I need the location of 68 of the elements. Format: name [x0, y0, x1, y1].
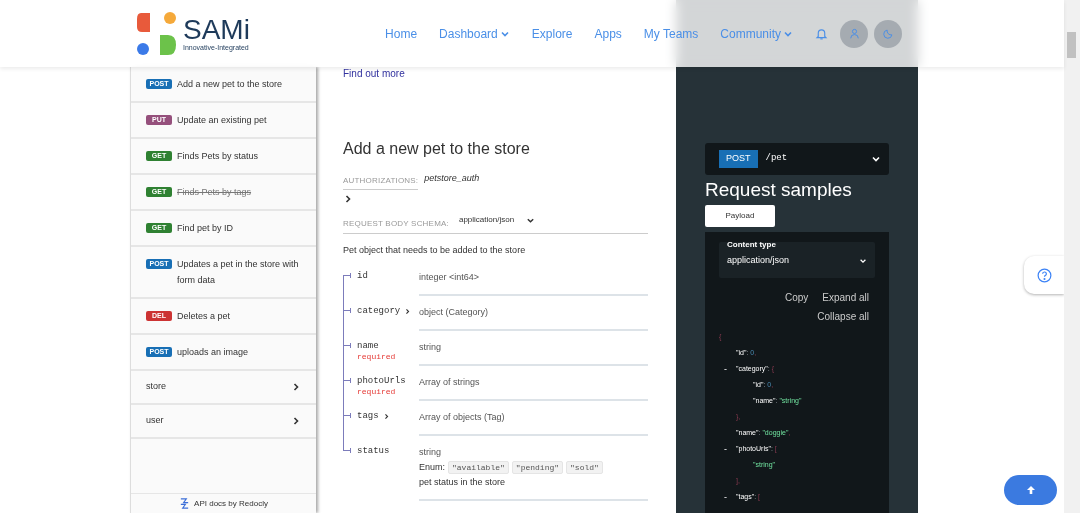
request-body-label: REQUEST BODY SCHEMA:: [343, 217, 449, 230]
chevron-right-icon: [343, 193, 353, 204]
operation-label: Deletes a pet: [177, 310, 231, 323]
field-type: string: [419, 341, 442, 354]
code-action-link[interactable]: Collapse all: [817, 308, 869, 324]
field-name: photoUrls: [357, 376, 406, 387]
operation-label: Add a new pet to the store: [177, 78, 283, 91]
brand-name: SAMi: [183, 15, 250, 44]
enum-value: "available": [448, 461, 509, 474]
find-out-more-link[interactable]: Find out more: [343, 68, 405, 79]
field-type: Array of objects (Tag): [419, 411, 506, 424]
enum-value: "pending": [511, 461, 564, 474]
samples-title: Request samples: [705, 178, 853, 202]
help-icon: [1036, 267, 1052, 283]
operation-label: Update an existing pet: [177, 114, 267, 127]
endpoint-path: /pet: [765, 152, 789, 166]
code-action-link[interactable]: Copy: [784, 289, 809, 305]
operation-label: uploads an image: [177, 346, 249, 359]
operation-title: Add a new pet to the store: [343, 139, 531, 159]
method-badge: POST: [719, 150, 758, 168]
enum-value: "sold": [566, 461, 603, 474]
field-type: object (Category): [419, 306, 490, 319]
chevron-right-icon: [291, 382, 301, 392]
field-name: name: [357, 341, 379, 352]
arrow-up-icon: [1025, 485, 1036, 495]
chevron-right-icon: [382, 413, 390, 420]
moon-icon: [882, 28, 894, 39]
field-type: integer <int64>: [419, 271, 481, 284]
field-name: tags: [357, 411, 379, 422]
code-action-link[interactable]: Expand all: [822, 289, 869, 305]
chevron-right-icon: [404, 308, 412, 315]
chevron-down-icon: [871, 154, 881, 164]
content-type-dropdown[interactable]: Content type application/json: [719, 242, 875, 278]
enum-label: Enum:: [419, 461, 445, 474]
sidebar-group[interactable]: store: [131, 371, 316, 405]
field-name: category: [357, 306, 401, 317]
operation-label: Finds Pets by tags: [177, 186, 252, 199]
payload-tab[interactable]: Payload: [705, 205, 775, 227]
chevron-right-icon: [291, 416, 301, 426]
content-type-value: application/json: [727, 254, 790, 267]
theme-toggle-button[interactable]: [874, 19, 902, 48]
operation-label: Find pet by ID: [177, 222, 234, 235]
content-type-select[interactable]: application/json: [458, 214, 536, 226]
help-button[interactable]: [1024, 256, 1064, 294]
sidebar-group[interactable]: user: [131, 405, 316, 439]
operation-label: Updates a pet in the store with form data: [177, 258, 300, 287]
endpoint-bar[interactable]: POST /pet: [705, 143, 889, 175]
required-label: required: [357, 352, 397, 362]
body-description: Pet object that needs to be added to the store: [343, 243, 527, 257]
collapse-toggle[interactable]: -: [724, 490, 727, 505]
authorizations-label: AUTHORIZATIONS:: [343, 174, 419, 190]
field-type: string: [419, 446, 442, 459]
required-label: required: [357, 387, 397, 397]
field-name: id: [357, 271, 368, 282]
redocly-link[interactable]: API docs by Redocly: [131, 493, 316, 513]
collapse-toggle[interactable]: -: [724, 362, 727, 377]
auth-scheme: petstore_auth: [424, 172, 480, 185]
field-name: status: [357, 446, 390, 457]
operation-label: Finds Pets by status: [177, 150, 259, 163]
sami-logo-icon: [137, 10, 177, 57]
content-type-label: Content type: [727, 239, 777, 251]
field-description: pet status in the store: [419, 476, 507, 489]
notification-bell-icon[interactable]: [815, 26, 828, 41]
collapse-toggle[interactable]: -: [724, 442, 727, 457]
field-type: Array of strings: [419, 376, 481, 389]
user-icon: [848, 28, 860, 39]
user-button[interactable]: [840, 19, 868, 48]
scroll-to-top-button[interactable]: [1004, 475, 1057, 505]
